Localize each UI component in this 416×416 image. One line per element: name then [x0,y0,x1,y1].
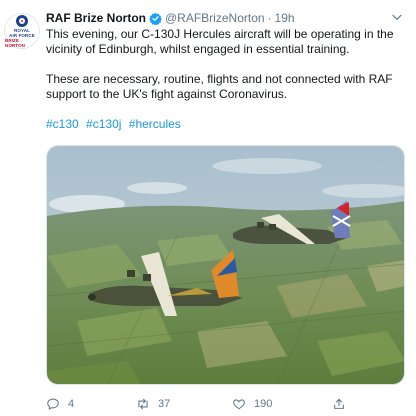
separator-dot: · [267,11,272,25]
retweet-button[interactable]: 37 [136,397,232,411]
retweet-icon [138,398,148,410]
reply-count: 4 [68,398,75,410]
share-icon [334,398,344,409]
tweet-card[interactable]: ROYAL AIR FORCE BRIZE NORTON RAF Brize N… [0,0,416,416]
tweet-paragraph-1: This evening, our C-130J Hercules aircra… [46,27,394,56]
reply-icon [47,398,59,410]
tweet-actions: 4 37 190 [46,396,376,412]
tweet-photo[interactable] [46,145,405,385]
chevron-down-icon[interactable] [390,10,404,24]
like-count: 190 [254,398,273,410]
raf-roundel-icon [16,14,28,27]
hashtag-list: #c130 #c130j #hercules [46,117,408,132]
retweet-count: 37 [158,398,171,410]
reply-button[interactable]: 4 [46,397,136,411]
avatar-line-3: BRIZE NORTON [5,37,26,48]
hashtag-c130j[interactable]: #c130j [86,117,121,131]
share-button[interactable] [332,397,354,411]
hashtag-c130[interactable]: #c130 [46,117,79,131]
verified-badge-icon [149,12,162,25]
author-name[interactable]: RAF Brize Norton [46,11,146,25]
heart-icon [233,399,245,410]
author-handle[interactable]: @RAFBrizeNorton [165,11,265,25]
aircraft-photo [47,146,404,384]
like-button[interactable]: 190 [232,397,332,411]
tweet-text: This evening, our C-130J Hercules aircra… [46,27,408,132]
tweet-timestamp[interactable]: 19h [275,11,295,25]
hashtag-hercules[interactable]: #hercules [129,117,181,131]
tweet-paragraph-2: These are necessary, routine, flights an… [46,72,393,101]
tweet-header: RAF Brize Norton @RAFBrizeNorton · 19h [46,10,295,26]
avatar[interactable]: ROYAL AIR FORCE BRIZE NORTON [4,13,40,49]
